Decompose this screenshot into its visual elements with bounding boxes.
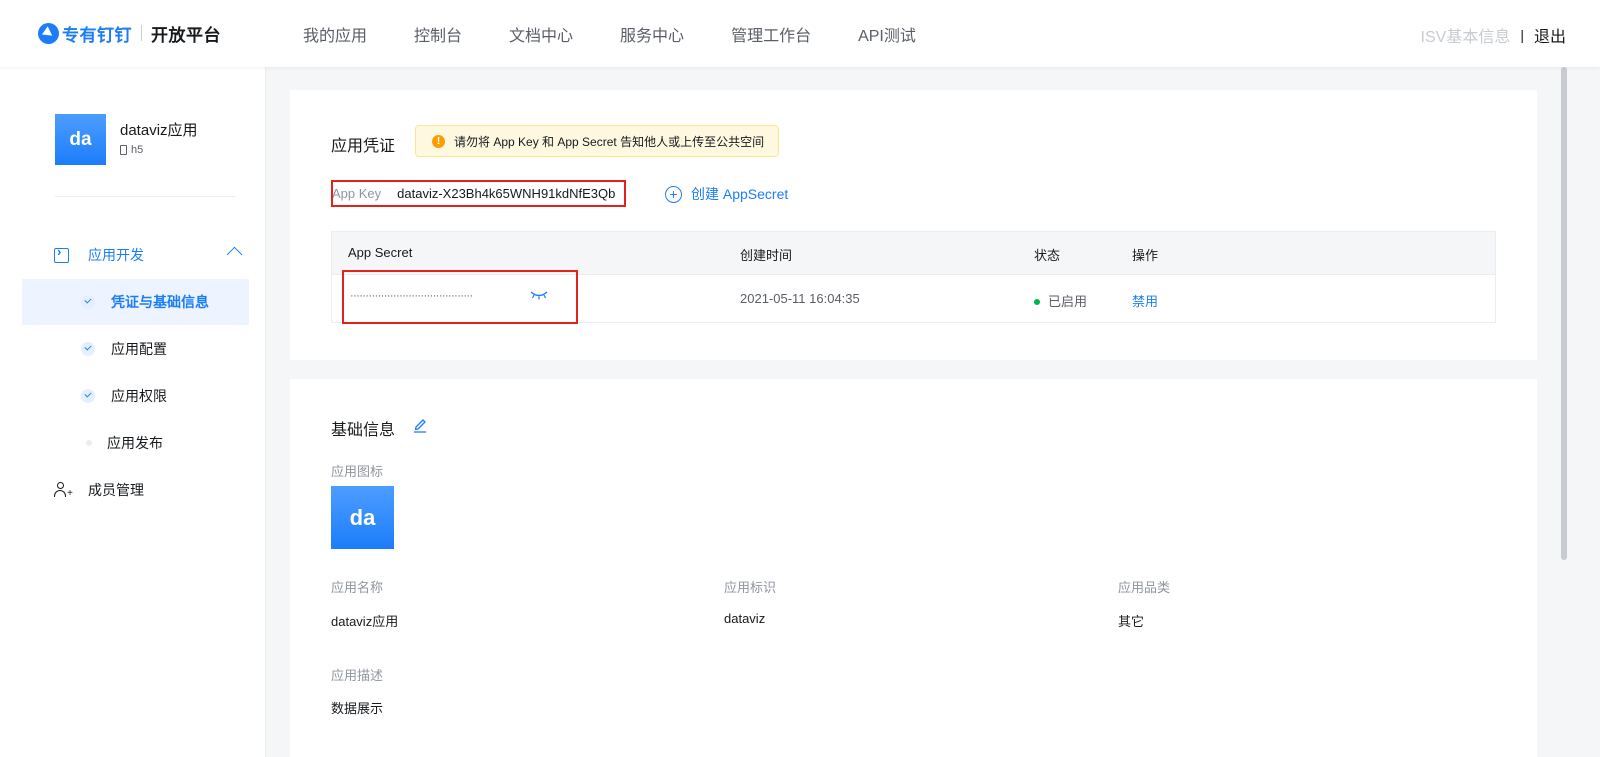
logo-brand: 专有钉钉 <box>62 25 132 45</box>
app-key-field[interactable]: App Key dataviz-X23Bh4k65WNH91kdNfE3Qb <box>331 180 626 207</box>
create-appsecret-label: 创建 AppSecret <box>691 186 789 202</box>
basic-info-card: 基础信息 应用图标 da 应用名称 dataviz应用 应用标识 dataviz… <box>290 379 1537 757</box>
pending-dot-icon <box>86 440 92 446</box>
dingtalk-logo-icon <box>38 22 59 44</box>
app-icon-image: da <box>331 486 394 549</box>
app-name-label: 应用名称 <box>331 580 384 595</box>
sidebar-item-label: 成员管理 <box>88 482 144 498</box>
app-key-value[interactable]: dataviz-X23Bh4k65WNH91kdNfE3Qb <box>397 186 615 201</box>
plus-circle-icon: + <box>665 185 682 203</box>
app-desc-value: 数据展示 <box>331 701 384 716</box>
app-id-value: dataviz <box>724 611 766 626</box>
logo[interactable]: 专有钉钉 开放平台 <box>38 21 221 45</box>
masked-secret: ········································ <box>350 290 473 302</box>
status-dot-icon <box>1034 298 1040 305</box>
sidebar-item-app-permissions[interactable]: 应用权限 <box>22 373 249 419</box>
column-header-action: 操作 <box>1132 248 1159 263</box>
app-id-label: 应用标识 <box>724 580 777 595</box>
menu-group-label: 应用开发 <box>88 247 144 263</box>
check-icon <box>81 389 95 403</box>
terminal-icon <box>54 244 69 263</box>
credentials-card: 应用凭证 ! 请勿将 App Key 和 App Secret 告知他人或上传至… <box>290 90 1537 360</box>
column-header-status: 状态 <box>1034 248 1061 263</box>
app-category-value: 其它 <box>1118 614 1145 629</box>
sidebar-app-name: dataviz应用 <box>120 122 198 139</box>
table-row: ········································… <box>332 270 1495 324</box>
nav-my-apps[interactable]: 我的应用 <box>303 22 367 46</box>
security-warning: ! 请勿将 App Key 和 App Secret 告知他人或上传至公共空间 <box>415 125 780 157</box>
page-scrollbar[interactable] <box>1560 67 1568 757</box>
app-key-label: App Key <box>332 186 382 201</box>
sidebar-item-app-config[interactable]: 应用配置 <box>22 326 249 372</box>
check-icon <box>81 342 95 356</box>
eye-closed-icon[interactable] <box>530 290 548 300</box>
created-time: 2021-05-11 16:04:35 <box>740 291 860 306</box>
scrollbar-thumb[interactable] <box>1561 67 1567 560</box>
logo-platform-title: 开放平台 <box>151 25 221 45</box>
logout-link[interactable]: 退出 <box>1534 23 1566 47</box>
sidebar-item-credentials[interactable]: 凭证与基础信息 <box>22 279 249 325</box>
sidebar-item-label: 应用权限 <box>111 388 167 404</box>
column-header-created: 创建时间 <box>740 248 793 263</box>
status-label: 已启用 <box>1048 294 1088 309</box>
app-name-value: dataviz应用 <box>331 614 399 629</box>
isv-info-link[interactable]: ISV基本信息 <box>1421 23 1511 47</box>
header-separator: | <box>1520 27 1524 43</box>
nav-console[interactable]: 控制台 <box>414 22 462 46</box>
sidebar-item-label: 应用发布 <box>107 435 163 451</box>
nav-docs[interactable]: 文档中心 <box>509 22 573 46</box>
top-navigation-bar: 专有钉钉 开放平台 我的应用 控制台 文档中心 服务中心 管理工作台 API测试… <box>0 0 1600 67</box>
chevron-up-icon <box>226 246 243 263</box>
app-summary: da dataviz应用 h5 <box>55 114 198 165</box>
secret-cell: ········································ <box>342 270 578 324</box>
sidebar-divider <box>55 196 236 197</box>
mobile-icon <box>120 145 127 155</box>
sidebar-item-app-publish[interactable]: 应用发布 <box>22 420 249 466</box>
app-icon-label: 应用图标 <box>331 464 384 479</box>
create-appsecret-button[interactable]: + 创建 AppSecret <box>665 184 788 204</box>
main-nav: 我的应用 控制台 文档中心 服务中心 管理工作台 API测试 <box>303 0 963 67</box>
nav-service-center[interactable]: 服务中心 <box>620 22 684 46</box>
warning-text: 请勿将 App Key 和 App Secret 告知他人或上传至公共空间 <box>454 134 765 149</box>
disable-secret-link[interactable]: 禁用 <box>1132 291 1158 310</box>
sidebar-item-label: 凭证与基础信息 <box>111 294 209 310</box>
nav-api-test[interactable]: API测试 <box>858 22 916 46</box>
basic-info-title: 基础信息 <box>331 422 396 439</box>
add-user-icon: + <box>54 482 73 499</box>
app-avatar: da <box>55 114 106 165</box>
secret-table: App Secret 创建时间 状态 操作 ··················… <box>331 231 1496 324</box>
status-cell: 已启用 <box>1034 291 1087 310</box>
user-actions: ISV基本信息 | 退出 <box>1421 23 1566 47</box>
app-desc-label: 应用描述 <box>331 668 384 683</box>
menu-group-app-development[interactable]: 应用开发 <box>54 243 244 267</box>
edit-icon[interactable] <box>413 417 427 433</box>
app-category-label: 应用品类 <box>1118 580 1171 595</box>
nav-admin-workbench[interactable]: 管理工作台 <box>731 22 811 46</box>
check-icon <box>81 295 95 309</box>
sidebar-item-members[interactable]: + 成员管理 <box>54 480 144 500</box>
warning-icon: ! <box>432 134 445 148</box>
app-type-label: h5 <box>131 144 144 156</box>
app-type: h5 <box>120 144 198 156</box>
sidebar: da dataviz应用 h5 应用开发 凭证与基础信息 应用配置 应用权限 应… <box>0 67 266 757</box>
logo-divider <box>141 25 142 41</box>
table-header: App Secret 创建时间 状态 操作 <box>332 232 1495 274</box>
sidebar-item-label: 应用配置 <box>111 341 167 357</box>
column-header-secret: App Secret <box>348 245 413 260</box>
credentials-title: 应用凭证 <box>331 138 396 155</box>
